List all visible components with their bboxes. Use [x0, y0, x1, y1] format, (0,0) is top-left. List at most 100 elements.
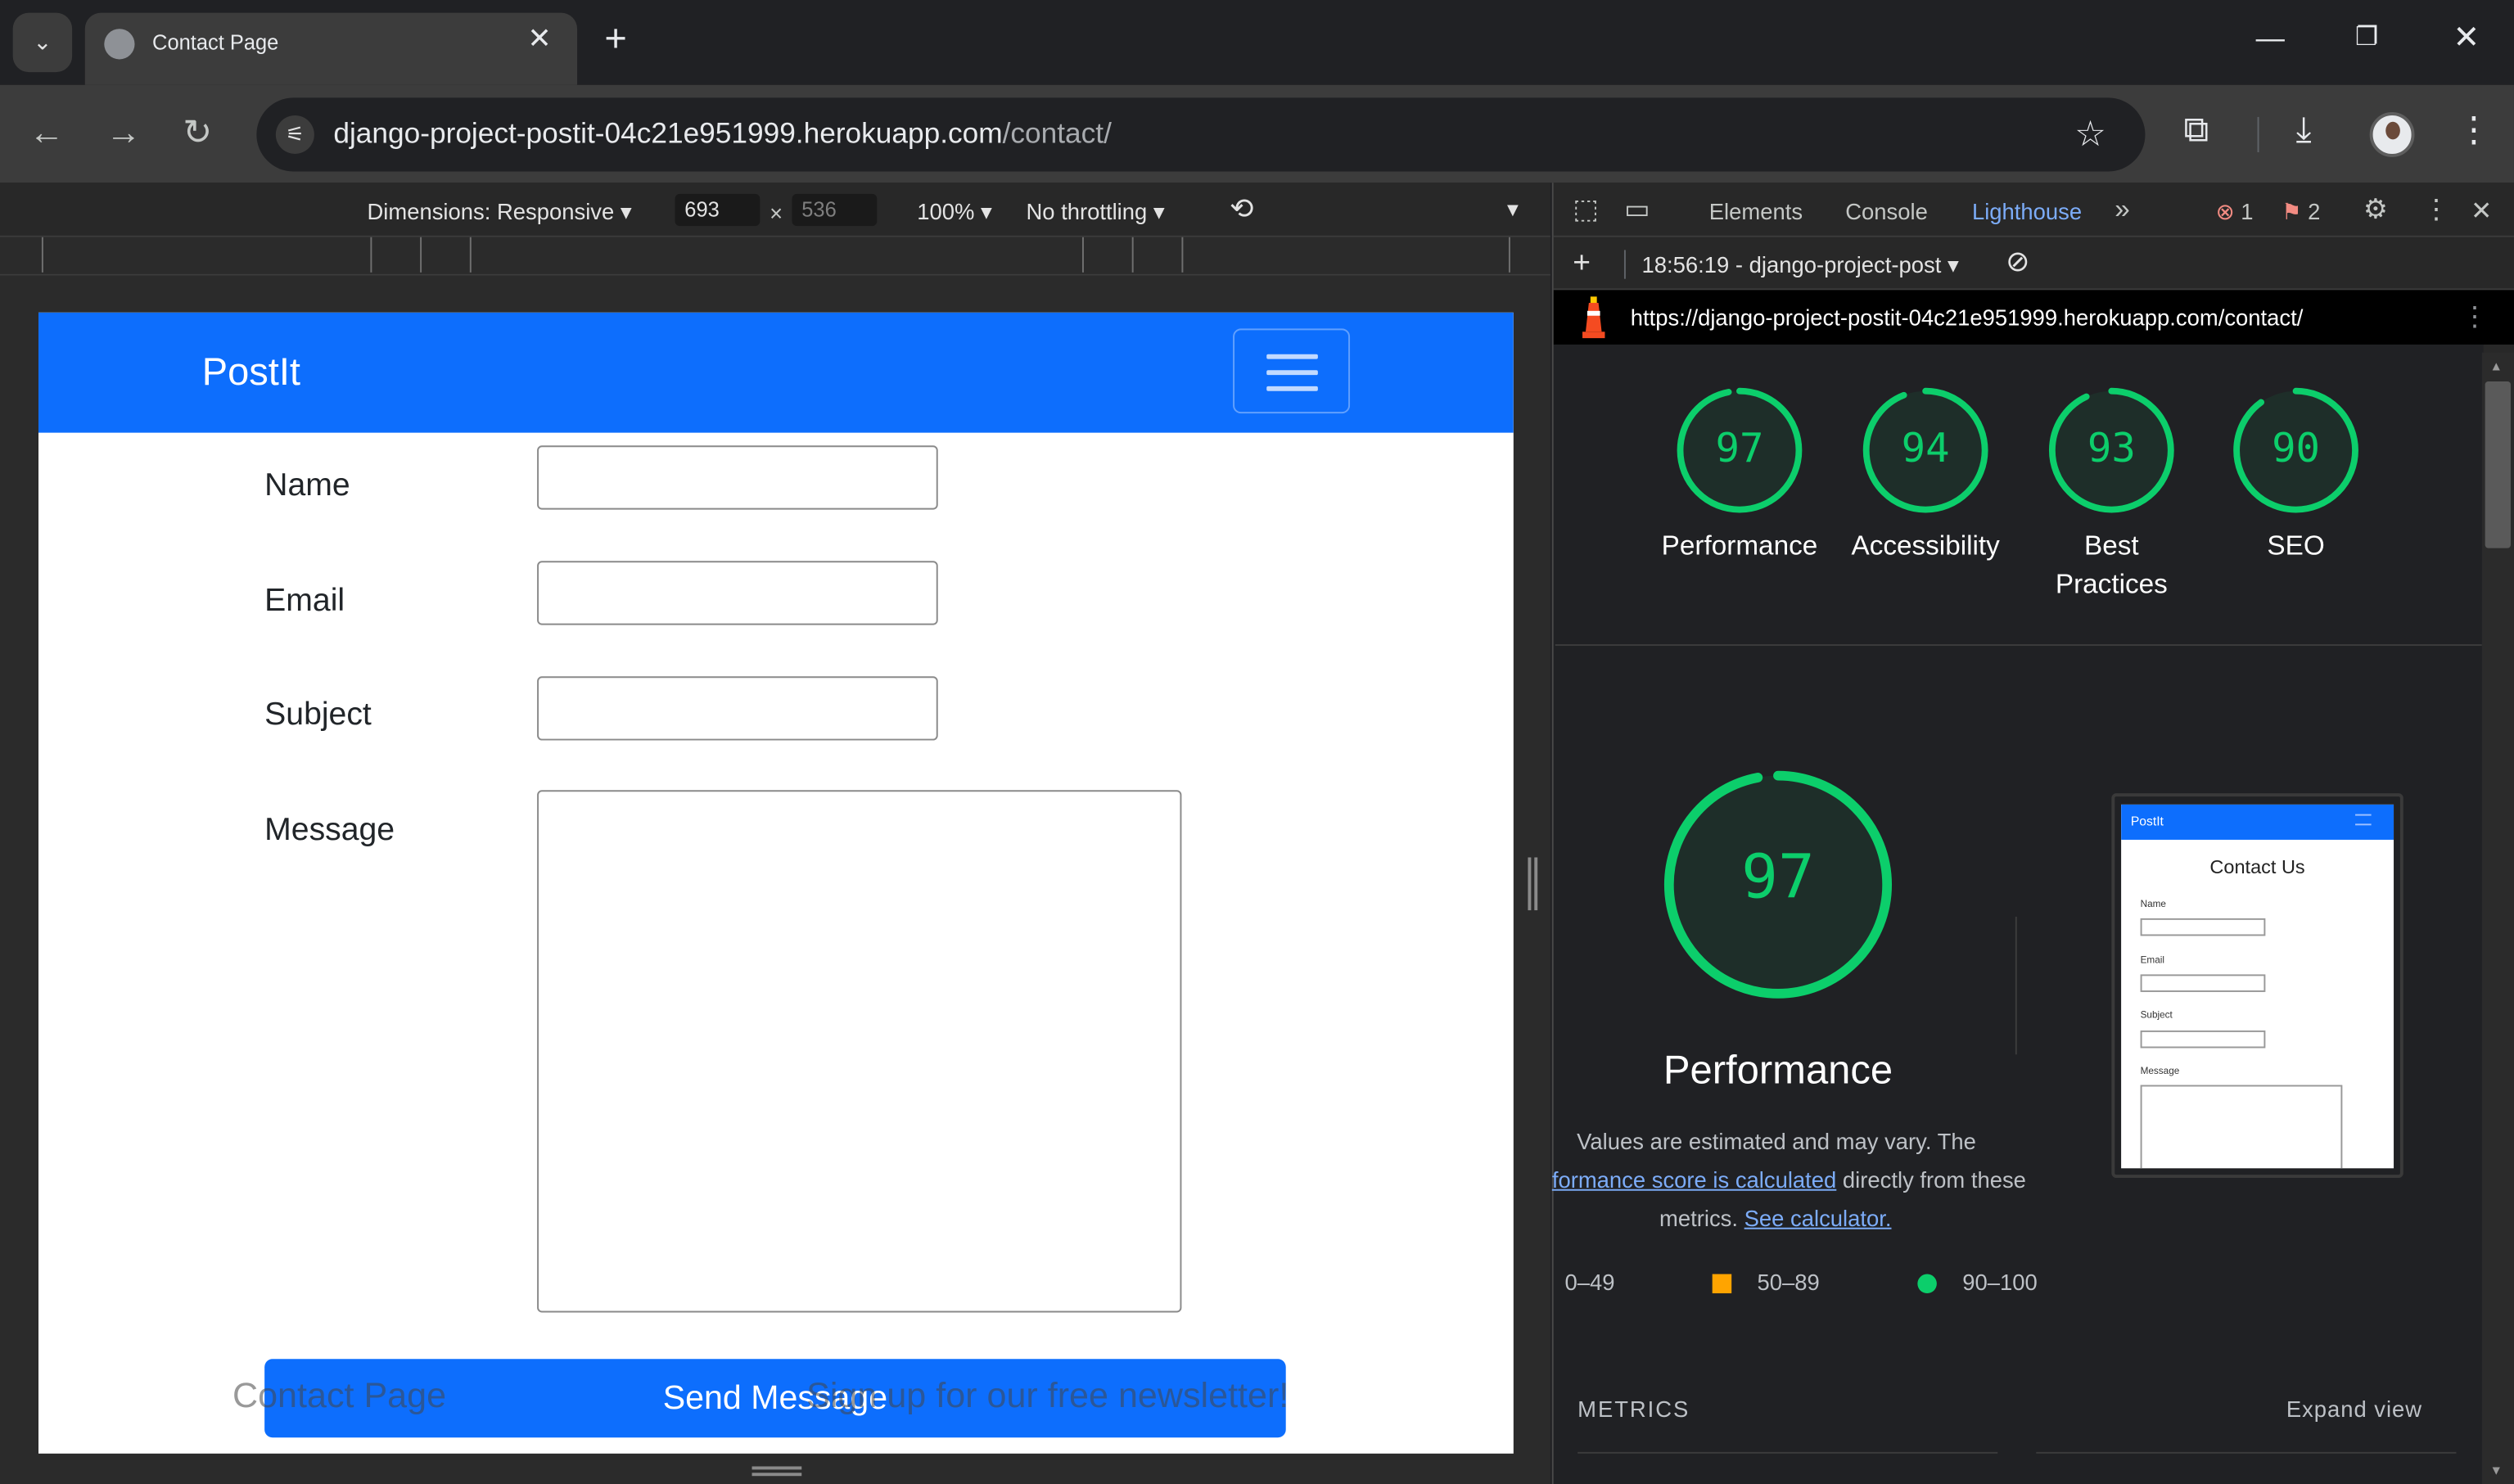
tab-console[interactable]: Console — [1845, 199, 1928, 224]
url-path: /contact/ — [1002, 116, 1112, 150]
window-close-icon[interactable]: ✕ — [2453, 22, 2480, 54]
average-square-icon — [1712, 1274, 1732, 1294]
tab-lighthouse[interactable]: Lighthouse — [1972, 199, 2082, 224]
thumb-hamburger-icon — [2355, 814, 2372, 826]
issue-count[interactable]: ⚑ 2 — [2282, 199, 2320, 226]
new-report-plus-icon[interactable]: + — [1573, 247, 1591, 282]
emulated-page: PostIt Name Email Subject Message Send M… — [38, 312, 1514, 1454]
report-divider — [1623, 250, 1626, 279]
score-value: 97 — [1715, 424, 1764, 471]
zoom-dropdown[interactable]: 100% ▾ — [917, 199, 992, 226]
url-text[interactable]: django-project-postit-04c21e951999.herok… — [333, 117, 1112, 151]
settings-gear-icon[interactable]: ⚙ — [2363, 194, 2388, 226]
name-input[interactable] — [537, 445, 938, 510]
metrics-divider — [2036, 1451, 2457, 1454]
score-gauge-performance[interactable]: 97 — [1676, 386, 1804, 515]
bookmark-star-icon[interactable]: ☆ — [2074, 114, 2106, 156]
tab-elements[interactable]: Elements — [1709, 199, 1803, 224]
lighthouse-report-bar: + 18:56:19 - django-project-post ▾ ⊘ — [1553, 237, 2514, 291]
perf-desc-line-1: Values are estimated and may vary. The — [1554, 1122, 1999, 1164]
score-gauge-best-practices[interactable]: 93 — [2047, 386, 2176, 515]
score-calculated-link[interactable]: formance score is calculated — [1552, 1166, 1836, 1192]
page-screenshot-thumbnail[interactable]: PostIt Contact Us Name Email Subject Mes… — [2121, 804, 2394, 1169]
hamburger-menu-icon[interactable] — [1233, 328, 1351, 414]
more-tabs-chevron-icon[interactable]: » — [2115, 194, 2130, 226]
dimensions-dropdown[interactable]: Dimensions: Responsive ▾ — [367, 199, 631, 226]
gauge-divider — [2015, 916, 2017, 1055]
side-resize-handle[interactable] — [1528, 857, 1538, 911]
url-host: django-project-postit-04c21e951999.herok… — [333, 116, 1003, 150]
email-input[interactable] — [537, 561, 938, 625]
lighthouse-url-bar: https://django-project-postit-04c21e9519… — [1553, 290, 2514, 345]
score-value: 94 — [1901, 424, 1950, 471]
issue-count-value: 2 — [2308, 198, 2321, 225]
url-kebab-icon[interactable]: ⋮ — [2461, 301, 2488, 333]
forward-arrow-icon[interactable]: → — [106, 113, 141, 152]
score-gauge-seo[interactable]: 90 — [2232, 386, 2360, 515]
error-count-value: 1 — [2241, 198, 2254, 225]
zoom-value: 100% — [917, 198, 975, 225]
scroll-up-arrow-icon[interactable]: ▲ — [2490, 359, 2503, 374]
address-bar[interactable]: ⚟ django-project-postit-04c21e951999.her… — [256, 97, 2146, 172]
footer-contact-text: Contact Page — [232, 1374, 447, 1415]
ruler-tick — [1508, 237, 1510, 273]
extensions-puzzle-icon[interactable]: ⧉ — [2183, 110, 2209, 149]
footer-newsletter-text: Sign up for our free newsletter! — [806, 1374, 1289, 1415]
performance-score-large: 97 — [1741, 841, 1815, 913]
new-tab-plus-icon[interactable]: + — [604, 20, 626, 59]
devtools-close-icon[interactable]: ✕ — [2471, 196, 2492, 228]
score-value: 93 — [2087, 424, 2136, 471]
site-brand[interactable]: PostIt — [202, 351, 300, 396]
browser-tab[interactable]: Contact Page ✕ — [84, 12, 578, 85]
email-label: Email — [264, 583, 345, 619]
reload-icon[interactable]: ↻ — [183, 113, 212, 152]
device-toggle-icon[interactable]: ▭ — [1624, 194, 1650, 226]
width-input[interactable]: 693 — [675, 193, 761, 227]
toolbar-divider — [2257, 116, 2259, 153]
pass-circle-icon — [1917, 1274, 1937, 1294]
back-arrow-icon[interactable]: ← — [29, 113, 64, 152]
scrollbar-thumb[interactable] — [2485, 381, 2512, 548]
height-input[interactable]: 536 — [792, 193, 878, 227]
tab-close-icon[interactable]: ✕ — [527, 22, 552, 56]
ruler-tick — [1081, 237, 1084, 273]
tab-search-chevron-icon[interactable]: ⌄ — [12, 12, 73, 73]
subject-input[interactable] — [537, 676, 938, 741]
expand-view-toggle[interactable]: Expand view — [2286, 1396, 2422, 1421]
devtools-kebab-icon[interactable]: ⋮ — [2422, 194, 2449, 226]
site-navbar: PostIt — [38, 312, 1514, 433]
message-label: Message — [264, 812, 395, 848]
legend-fail: 0–49 — [1564, 1269, 1615, 1295]
device-more-chevron-icon[interactable]: ▾ — [1507, 196, 1519, 223]
error-icon: ⊗ — [2215, 198, 2235, 225]
download-icon[interactable]: ⤓ — [2296, 110, 2312, 149]
clear-reports-icon[interactable]: ⊘ — [2006, 246, 2030, 279]
score-gauge-accessibility[interactable]: 94 — [1862, 386, 1990, 515]
media-query-ruler[interactable] — [0, 237, 1550, 276]
perf-desc-text-2: directly from these — [1836, 1166, 2026, 1193]
scroll-down-arrow-icon[interactable]: ▼ — [2490, 1464, 2503, 1478]
see-calculator-link[interactable]: See calculator. — [1744, 1205, 1892, 1230]
legend — [1552, 1270, 1555, 1273]
ruler-tick — [420, 237, 422, 273]
restore-icon[interactable]: ❐ — [2355, 22, 2378, 54]
rotate-icon[interactable]: ⟲ — [1230, 192, 1254, 226]
ruler-tick — [469, 237, 472, 273]
report-url[interactable]: https://django-project-postit-04c21e9519… — [1631, 304, 2304, 330]
ruler-tick — [1181, 237, 1184, 273]
inspect-element-icon[interactable]: ⬚ — [1573, 194, 1598, 226]
report-select[interactable]: 18:56:19 - django-project-post ▾ — [1642, 251, 1959, 278]
thumb-label: Name — [2140, 900, 2166, 911]
minimize-icon[interactable]: — — [2256, 22, 2285, 54]
site-info-icon[interactable]: ⚟ — [275, 115, 314, 154]
throttling-dropdown[interactable]: No throttling ▾ — [1026, 199, 1164, 226]
bottom-resize-handle[interactable] — [751, 1466, 802, 1477]
error-count[interactable]: ⊗ 1 — [2216, 199, 2254, 226]
message-textarea[interactable] — [537, 790, 1182, 1313]
profile-avatar[interactable] — [2369, 112, 2415, 157]
dimensions-label: Dimensions: Responsive — [367, 198, 615, 225]
thumb-label: Email — [2140, 956, 2165, 967]
ruler-tick — [41, 237, 43, 273]
thumb-brand: PostIt — [2130, 814, 2164, 829]
menu-kebab-icon[interactable]: ⋮ — [2456, 110, 2491, 149]
